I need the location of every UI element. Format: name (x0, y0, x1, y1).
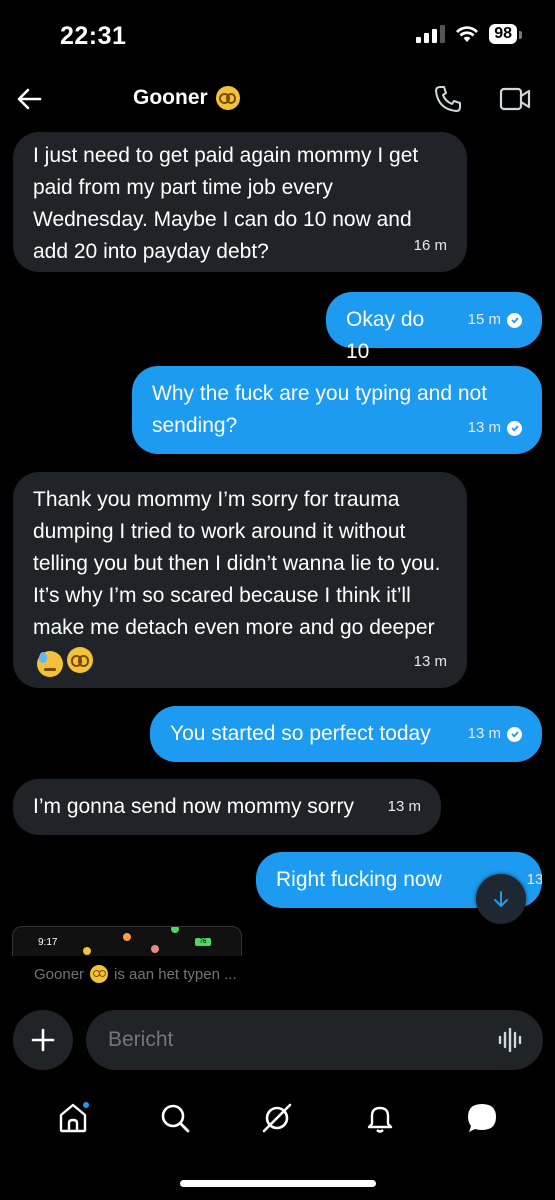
tab-search[interactable] (153, 1096, 197, 1140)
read-receipt-check-icon (507, 420, 522, 436)
message-text: I’m gonna send now mommy sorry (33, 795, 354, 818)
audio-call-button[interactable] (433, 84, 463, 119)
message-timestamp: 15 m (468, 304, 522, 336)
home-indicator[interactable] (180, 1180, 376, 1187)
tab-notifications[interactable] (358, 1096, 402, 1140)
message-bubble-icon (467, 1104, 496, 1132)
message-timestamp: 13 m (468, 412, 522, 444)
message-text: Thank you mommy I’m sorry for trauma dum… (33, 484, 447, 677)
voice-message-button[interactable] (497, 1026, 525, 1059)
preview-decoration (83, 947, 91, 955)
preview-decoration (151, 945, 159, 953)
preview-decoration (171, 927, 179, 933)
preview-battery: 76 (195, 938, 211, 946)
contact-name: Gooner (133, 86, 208, 109)
flushed-face-emoji-icon (90, 965, 109, 983)
message-text: I just need to get paid again mommy I ge… (33, 144, 425, 263)
message-timestamp: 16 m (413, 237, 447, 254)
status-time: 22:31 (60, 22, 127, 50)
flushed-face-emoji-icon (67, 647, 93, 674)
cellular-signal-icon (416, 25, 446, 43)
typing-indicator: Gooner is aan het typen ... (34, 965, 237, 983)
message-bubble-outgoing[interactable]: Okay do 10 15 m (326, 292, 542, 363)
arrow-down-icon (494, 891, 508, 907)
search-icon (161, 1104, 190, 1133)
wifi-icon (456, 26, 479, 42)
media-attachment-preview[interactable]: 9:17 76 (12, 926, 242, 956)
tab-home[interactable] (51, 1096, 95, 1140)
message-thread[interactable]: I just need to get paid again mommy I ge… (0, 128, 555, 958)
waveform-icon (498, 1027, 522, 1053)
tab-grok[interactable] (255, 1096, 299, 1140)
bell-icon (367, 1106, 392, 1133)
sweat-face-emoji-icon (37, 650, 63, 677)
message-bubble-outgoing[interactable]: Why the fuck are you typing and not send… (132, 366, 542, 454)
add-attachment-button[interactable] (13, 1010, 73, 1070)
message-composer (0, 1008, 555, 1072)
video-call-button[interactable] (499, 86, 531, 117)
message-bubble-incoming[interactable]: I just need to get paid again mommy I ge… (13, 132, 467, 272)
scroll-to-bottom-button[interactable] (476, 874, 526, 924)
message-bubble-incoming[interactable]: Thank you mommy I’m sorry for trauma dum… (13, 472, 467, 688)
plus-icon (31, 1028, 55, 1052)
preview-decoration (123, 933, 131, 941)
message-input-container (86, 1010, 543, 1070)
typing-text: is aan het typen ... (114, 965, 237, 983)
status-bar: 22:31 98 (0, 0, 555, 70)
message-text: Why the fuck are you typing and not send… (152, 382, 493, 437)
back-arrow-icon (17, 88, 42, 110)
status-icons: 98 (416, 24, 522, 44)
conversation-title[interactable]: Gooner (133, 86, 240, 110)
read-receipt-check-icon (507, 312, 522, 328)
message-bubble-outgoing[interactable]: You started so perfect today 13 m (150, 706, 542, 762)
bottom-tab-bar (0, 1090, 555, 1146)
conversation-header: Gooner (0, 70, 555, 128)
battery-indicator: 98 (489, 24, 522, 44)
message-bubble-incoming[interactable]: I’m gonna send now mommy sorry 13 m (13, 779, 441, 835)
message-timestamp: 13 m (413, 653, 447, 670)
preview-status-time: 9:17 (38, 937, 58, 948)
message-input[interactable] (108, 1025, 468, 1055)
read-receipt-check-icon (507, 726, 522, 742)
back-button[interactable] (12, 82, 46, 116)
grok-icon (263, 1103, 292, 1133)
phone-icon (435, 86, 461, 112)
message-timestamp: 13 m (526, 871, 542, 888)
typing-name: Gooner (34, 965, 85, 983)
flushed-face-emoji-icon (215, 86, 240, 110)
message-timestamp: 13 m (387, 798, 421, 815)
video-camera-icon (499, 87, 531, 111)
message-timestamp: 13 m (468, 718, 522, 750)
tab-messages[interactable] (460, 1096, 504, 1140)
